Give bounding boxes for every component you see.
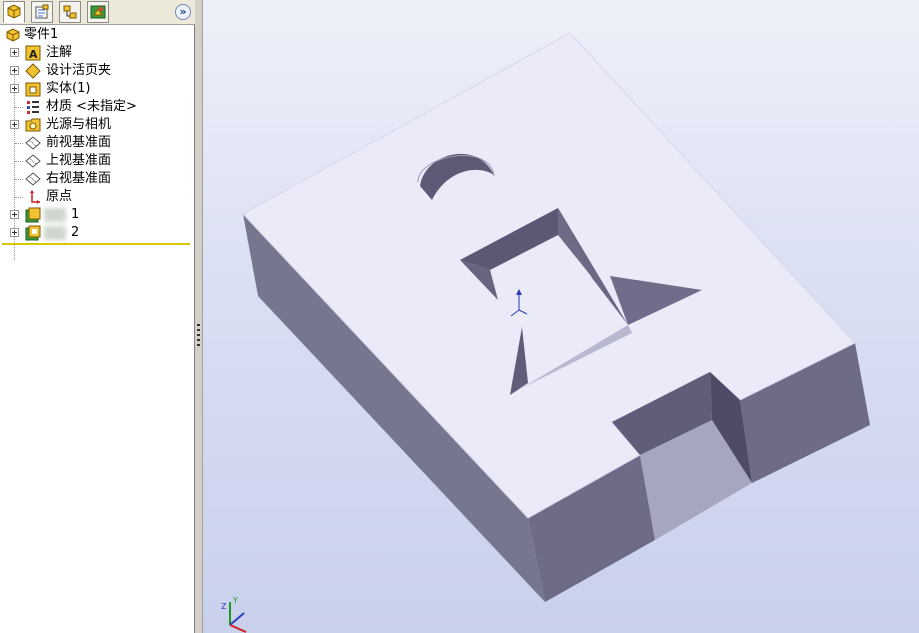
- feature-tree: 零件1 A 注解 设计活页夹 实体(1) 材质 <未指定> 光源与相机 前视基准…: [0, 26, 192, 260]
- feature-manager-panel: » 零件1 A 注解 设计活页夹 实体(1) 材质 <未指定> 光源与相机 前视…: [0, 0, 195, 633]
- rollback-bar[interactable]: [2, 243, 190, 245]
- solid-bodies-icon: [25, 81, 41, 97]
- tree-item-material[interactable]: 材质 <未指定>: [0, 98, 192, 116]
- expand-toggle[interactable]: [10, 66, 19, 75]
- tree-item-label: 光源与相机: [46, 117, 112, 132]
- lights-cameras-icon: [25, 117, 41, 133]
- tree-item-label: 实体(1): [46, 81, 91, 96]
- plane-icon: [25, 135, 41, 151]
- tree-item-front-plane[interactable]: 前视基准面: [0, 134, 192, 152]
- tree-item-label: 1: [71, 207, 80, 222]
- tree-item-label: 材质 <未指定>: [46, 99, 137, 114]
- tree-item-part[interactable]: 零件1: [0, 26, 192, 44]
- tab-configuration-manager[interactable]: [59, 1, 81, 23]
- redacted-text: [44, 226, 66, 240]
- tree-item-label: 2: [71, 225, 80, 240]
- svg-text:Y: Y: [232, 596, 238, 605]
- svg-text:Z: Z: [221, 602, 227, 611]
- tree-item-lights-cameras[interactable]: 光源与相机: [0, 116, 192, 134]
- expand-toggle[interactable]: [10, 210, 19, 219]
- feature-manager-icon: [7, 4, 21, 19]
- splitter-grip[interactable]: [197, 324, 200, 346]
- graphics-area[interactable]: Z Y: [203, 0, 919, 633]
- tab-feature-manager[interactable]: [3, 1, 25, 23]
- tree-item-top-plane[interactable]: 上视基准面: [0, 152, 192, 170]
- tab-property-manager[interactable]: [31, 1, 53, 23]
- design-binder-icon: [25, 63, 41, 79]
- plane-icon: [25, 171, 41, 187]
- view-triad-icon: Z Y: [221, 596, 247, 633]
- tree-item-label: 注解: [46, 45, 73, 60]
- expand-toggle[interactable]: [10, 48, 19, 57]
- panel-splitter[interactable]: [195, 0, 203, 633]
- expand-toggle[interactable]: [10, 120, 19, 129]
- panel-tab-bar: »: [0, 0, 195, 25]
- tree-item-feature-1[interactable]: 1: [0, 206, 192, 224]
- tree-item-label: 上视基准面: [46, 153, 112, 168]
- tree-item-annotations[interactable]: A 注解: [0, 44, 192, 62]
- dim-xpert-icon: [90, 5, 106, 19]
- cut-feature-icon: [25, 225, 41, 241]
- annotations-icon: A: [25, 45, 41, 61]
- expand-toggle[interactable]: [10, 228, 19, 237]
- tree-item-label: 右视基准面: [46, 171, 112, 186]
- part-model[interactable]: Z Y: [203, 0, 919, 633]
- tree-item-label: 原点: [46, 189, 73, 204]
- material-icon: [25, 99, 41, 115]
- part-icon: [5, 27, 21, 43]
- origin-icon: [25, 189, 41, 205]
- tree-item-design-binder[interactable]: 设计活页夹: [0, 62, 192, 80]
- tree-item-origin[interactable]: 原点: [0, 188, 192, 206]
- tree-item-label: 零件1: [24, 27, 59, 42]
- tree-item-label: 前视基准面: [46, 135, 112, 150]
- property-manager-icon: [35, 4, 49, 19]
- collapse-panel-button[interactable]: »: [175, 4, 191, 20]
- tree-item-label: 设计活页夹: [46, 63, 112, 78]
- plane-icon: [25, 153, 41, 169]
- svg-text:A: A: [29, 48, 38, 61]
- configuration-manager-icon: [63, 5, 77, 19]
- redacted-text: [44, 208, 66, 222]
- expand-toggle[interactable]: [10, 84, 19, 93]
- tree-item-feature-2[interactable]: 2: [0, 224, 192, 242]
- extrude-feature-icon: [25, 207, 41, 223]
- tree-item-solid-bodies[interactable]: 实体(1): [0, 80, 192, 98]
- tab-dim-xpert[interactable]: [87, 1, 109, 23]
- tree-item-right-plane[interactable]: 右视基准面: [0, 170, 192, 188]
